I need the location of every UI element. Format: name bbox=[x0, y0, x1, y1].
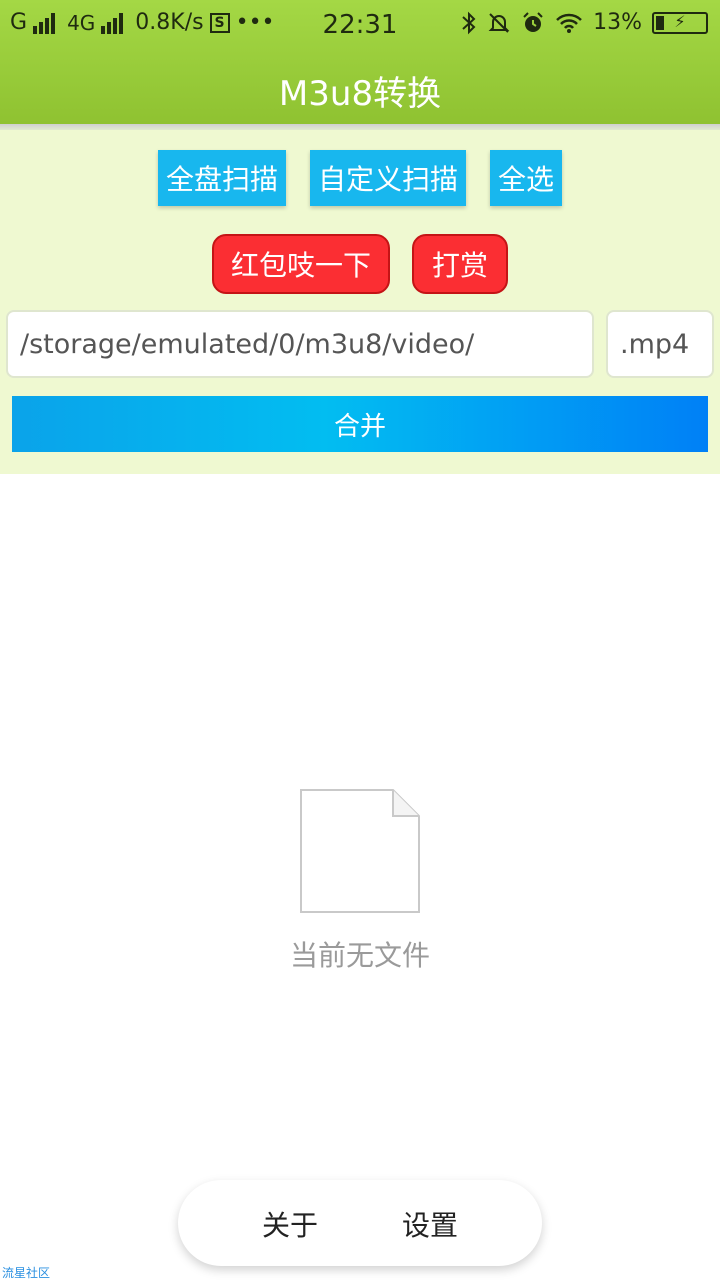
page-title: M3u8转换 bbox=[278, 74, 442, 114]
empty-state-text: 当前无文件 bbox=[289, 939, 430, 972]
wifi-icon bbox=[556, 13, 582, 33]
tip-button[interactable]: 打赏 bbox=[412, 234, 508, 294]
status-bar: G 4G 0.8K/s S ••• 22:31 13% ⚡ bbox=[0, 0, 720, 52]
alarm-icon bbox=[523, 11, 543, 32]
custom-scan-button[interactable]: 自定义扫描 bbox=[310, 150, 466, 206]
battery-percent: 13% bbox=[593, 10, 642, 35]
about-button[interactable]: 关于 bbox=[262, 1204, 318, 1244]
battery-icon: ⚡ bbox=[652, 11, 708, 34]
watermark: 流星社区 bbox=[2, 1266, 51, 1280]
battery-bolt: ⚡ bbox=[674, 11, 686, 31]
bluetooth-icon bbox=[462, 11, 476, 34]
status-right: 13% ⚡ bbox=[461, 10, 708, 35]
settings-button[interactable]: 设置 bbox=[402, 1204, 458, 1244]
select-all-button[interactable]: 全选 bbox=[490, 150, 562, 206]
app-header: G 4G 0.8K/s S ••• 22:31 13% ⚡ M3u8转换 bbox=[0, 0, 720, 124]
merge-button[interactable]: 合并 bbox=[12, 396, 708, 452]
file-icon bbox=[300, 789, 420, 913]
extension-input[interactable]: .mp4 bbox=[606, 310, 714, 378]
red-packet-button[interactable]: 红包吱一下 bbox=[212, 234, 390, 294]
bottom-nav: 关于 设置 bbox=[178, 1180, 542, 1266]
bell-off-icon bbox=[488, 12, 510, 33]
path-input[interactable]: /storage/emulated/0/m3u8/video/ bbox=[6, 310, 594, 378]
scan-all-button[interactable]: 全盘扫描 bbox=[158, 150, 286, 206]
control-panel: 全盘扫描 自定义扫描 全选 红包吱一下 打赏 /storage/emulated… bbox=[0, 130, 720, 474]
